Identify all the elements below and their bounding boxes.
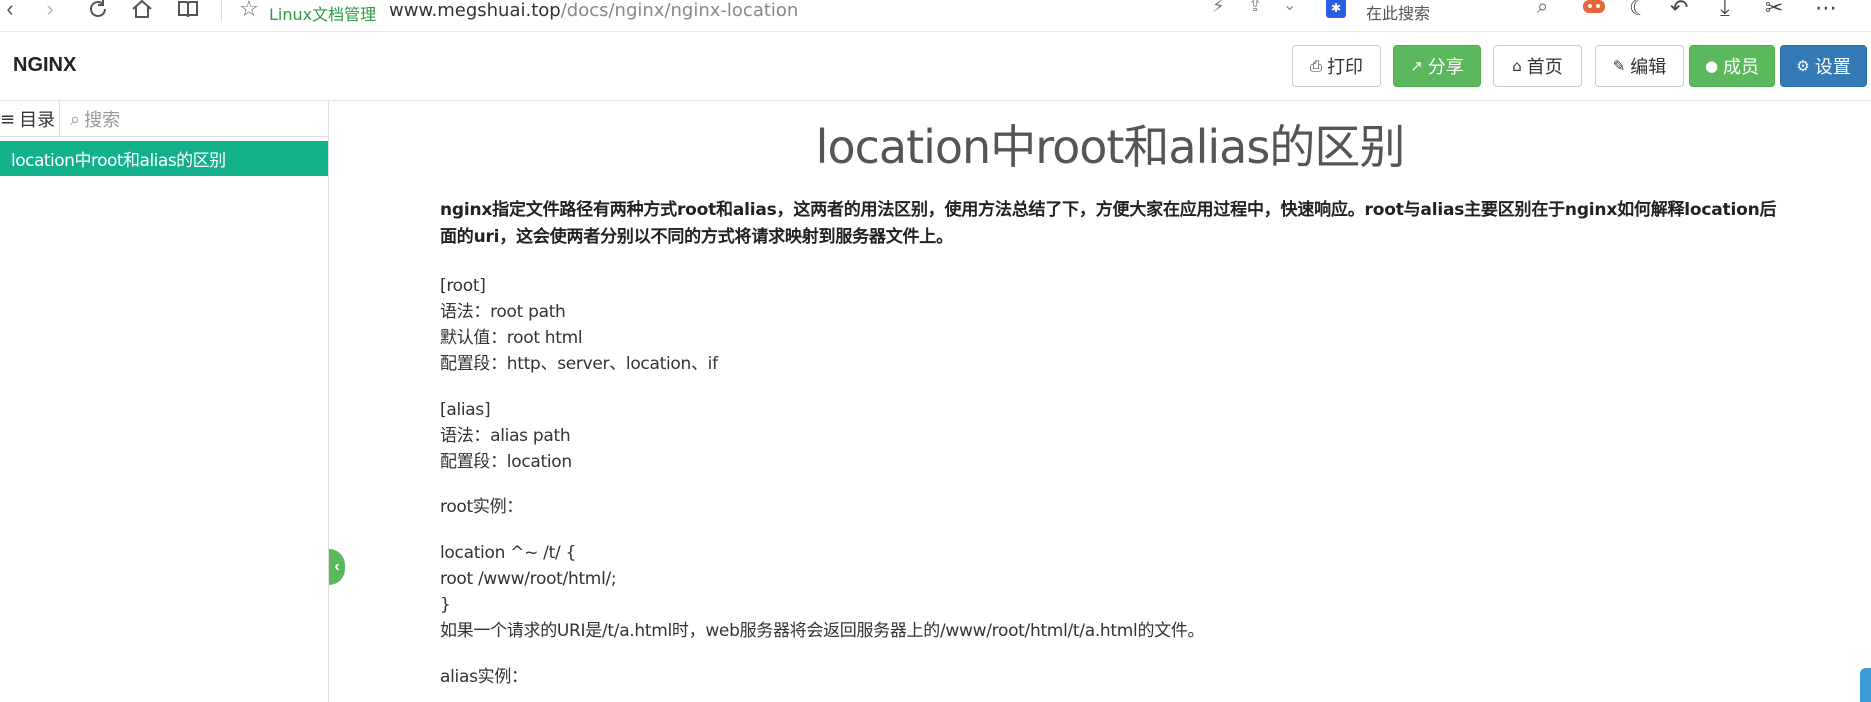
print-button[interactable]: ⎙ 打印 [1292,45,1381,87]
user-icon: ● [1704,57,1719,75]
scroll-to-top-button[interactable] [1860,668,1871,702]
sidebar-item-location-root-alias[interactable]: location中root和alias的区别 [0,141,328,176]
search-engine-selector[interactable]: ✱ [1326,0,1352,20]
root-line: [root] [440,276,486,296]
edit-button[interactable]: ✎ 编辑 [1595,45,1684,87]
page-title: location中root和alias的区别 [815,120,1406,174]
brand-title[interactable]: NGINX [13,54,76,77]
tab-toc-label: 目录 [19,110,56,131]
sidebar-tabs: ≡ 目录 ⌕ 搜索 [0,101,328,137]
address-bar[interactable]: www.megshuai.top/docs/nginx/nginx-locati… [389,0,798,21]
settings-button[interactable]: ⚙ 设置 [1780,45,1867,87]
sidebar-item-label: location中root和alias的区别 [11,151,226,171]
download-icon[interactable]: ⤓ [1720,0,1730,21]
search-icon: ⌕ [70,108,81,130]
night-mode-icon[interactable]: ☾ [1629,0,1649,21]
alias-example-heading: alias实例： [440,667,528,687]
root-example-note: 如果一个请求的URI是/t/a.html时，web服务器将会返回服务器上的/ww… [440,621,1205,641]
code-line: } [440,595,451,615]
home-icon: ⌂ [1512,57,1522,75]
back-icon[interactable]: ‹ [0,0,20,24]
reader-mode-icon[interactable] [174,0,202,24]
chevron-left-icon: ‹ [334,558,340,575]
lightning-icon[interactable]: ⚡ [1212,0,1225,17]
alias-line: [alias] [440,400,491,420]
members-label: 成员 [1723,57,1760,78]
tab-toc[interactable]: ≡ 目录 [0,101,60,137]
root-line: 配置段：http、server、location、if [440,354,718,374]
home-button[interactable]: ⌂ 首页 [1493,45,1582,87]
list-icon: ≡ [0,108,16,130]
url-host: www.megshuai.top [389,0,561,21]
settings-label: 设置 [1814,57,1851,78]
share-icon: ↗ [1410,57,1423,75]
app-header: NGINX ⎙ 打印 ↗ 分享 ⌂ 首页 ✎ 编辑 ● 成员 ⚙ 设置 [0,33,1871,101]
article-lead: nginx指定文件路径有两种方式root和alias，这两者的用法区别，使用方法… [440,200,1777,247]
search-icon[interactable]: ⌕ [1537,0,1548,19]
browser-toolbar: ‹ › ☆ Linux文档管理 www.megshuai.top/docs/ng… [0,0,1871,32]
share-label: 分享 [1427,57,1464,78]
scissors-icon[interactable]: ✂ [1765,0,1783,21]
game-controller-icon[interactable] [1582,0,1606,23]
bookmark-star-icon[interactable]: ☆ [236,0,262,24]
home-icon[interactable] [128,0,156,24]
home-label: 首页 [1526,57,1563,78]
sidebar: ≡ 目录 ⌕ 搜索 location中root和alias的区别 [0,101,329,702]
share-button[interactable]: ↗ 分享 [1393,45,1481,87]
edit-icon: ✎ [1612,57,1626,75]
tab-divider [59,101,60,137]
paw-icon: ✱ [1326,0,1346,18]
code-line: location ^~ /t/ { [440,543,576,563]
members-button[interactable]: ● 成员 [1689,45,1775,87]
alias-line: 语法：alias path [440,426,571,446]
print-label: 打印 [1327,57,1363,78]
alias-syntax-block: [alias] 语法：alias path 配置段：location [440,397,572,475]
toolbar-divider [221,0,222,22]
site-name: Linux文档管理 [269,5,377,24]
url-path: /docs/nginx/nginx-location [560,0,799,21]
tab-search[interactable]: ⌕ 搜索 [70,101,120,137]
printer-icon: ⎙ [1309,57,1322,75]
more-menu-icon[interactable]: ⋯ [1815,0,1837,21]
chevron-down-icon[interactable]: ⌄ [1283,0,1296,15]
browser-search-input[interactable]: 在此搜索 [1366,0,1430,24]
root-line: 语法：root path [440,302,566,322]
share-page-icon[interactable]: ⇪ [1248,0,1262,16]
code-line: root /www/root/html/; [440,569,617,589]
root-line: 默认值：root html [440,328,583,348]
root-syntax-block: [root] 语法：root path 默认值：root html 配置段：http、… [440,273,718,377]
edit-label: 编辑 [1630,57,1667,78]
reload-icon[interactable] [84,0,112,24]
sidebar-collapse-button[interactable]: ‹ [329,549,345,585]
tab-search-label: 搜索 [84,110,121,131]
alias-line: 配置段：location [440,452,572,472]
forward-icon[interactable]: › [40,0,60,24]
root-example-code: location ^~ /t/ { root /www/root/html/;} 如… [440,540,1205,644]
gear-icon: ⚙ [1796,57,1810,75]
root-example-heading: root实例： [440,497,523,517]
undo-icon[interactable]: ↶ [1670,0,1688,21]
